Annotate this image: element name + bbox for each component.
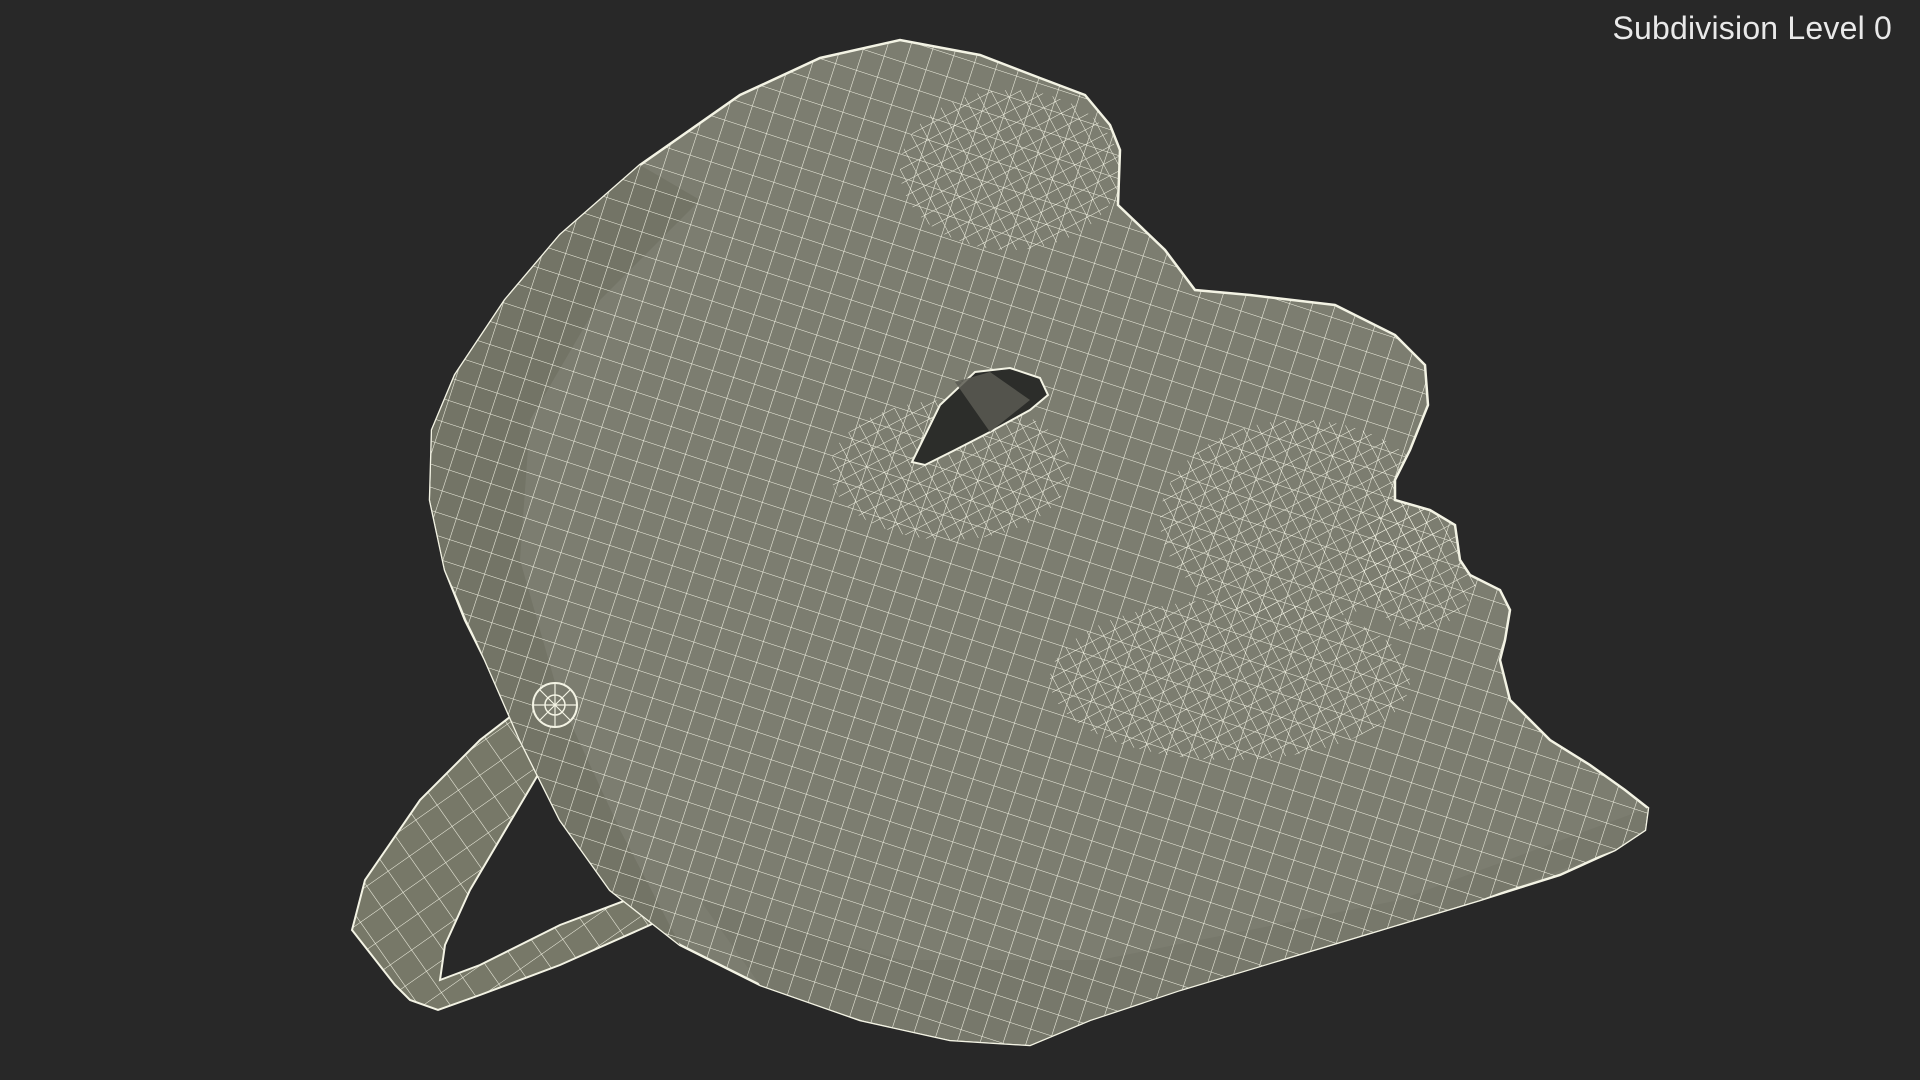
- mask-wireframe-model[interactable]: [0, 0, 1920, 1080]
- strap-rivet: [532, 682, 578, 728]
- subdivision-level-label: Subdivision Level 0: [1612, 10, 1892, 46]
- 3d-viewport[interactable]: Subdivision Level 0: [0, 0, 1920, 1080]
